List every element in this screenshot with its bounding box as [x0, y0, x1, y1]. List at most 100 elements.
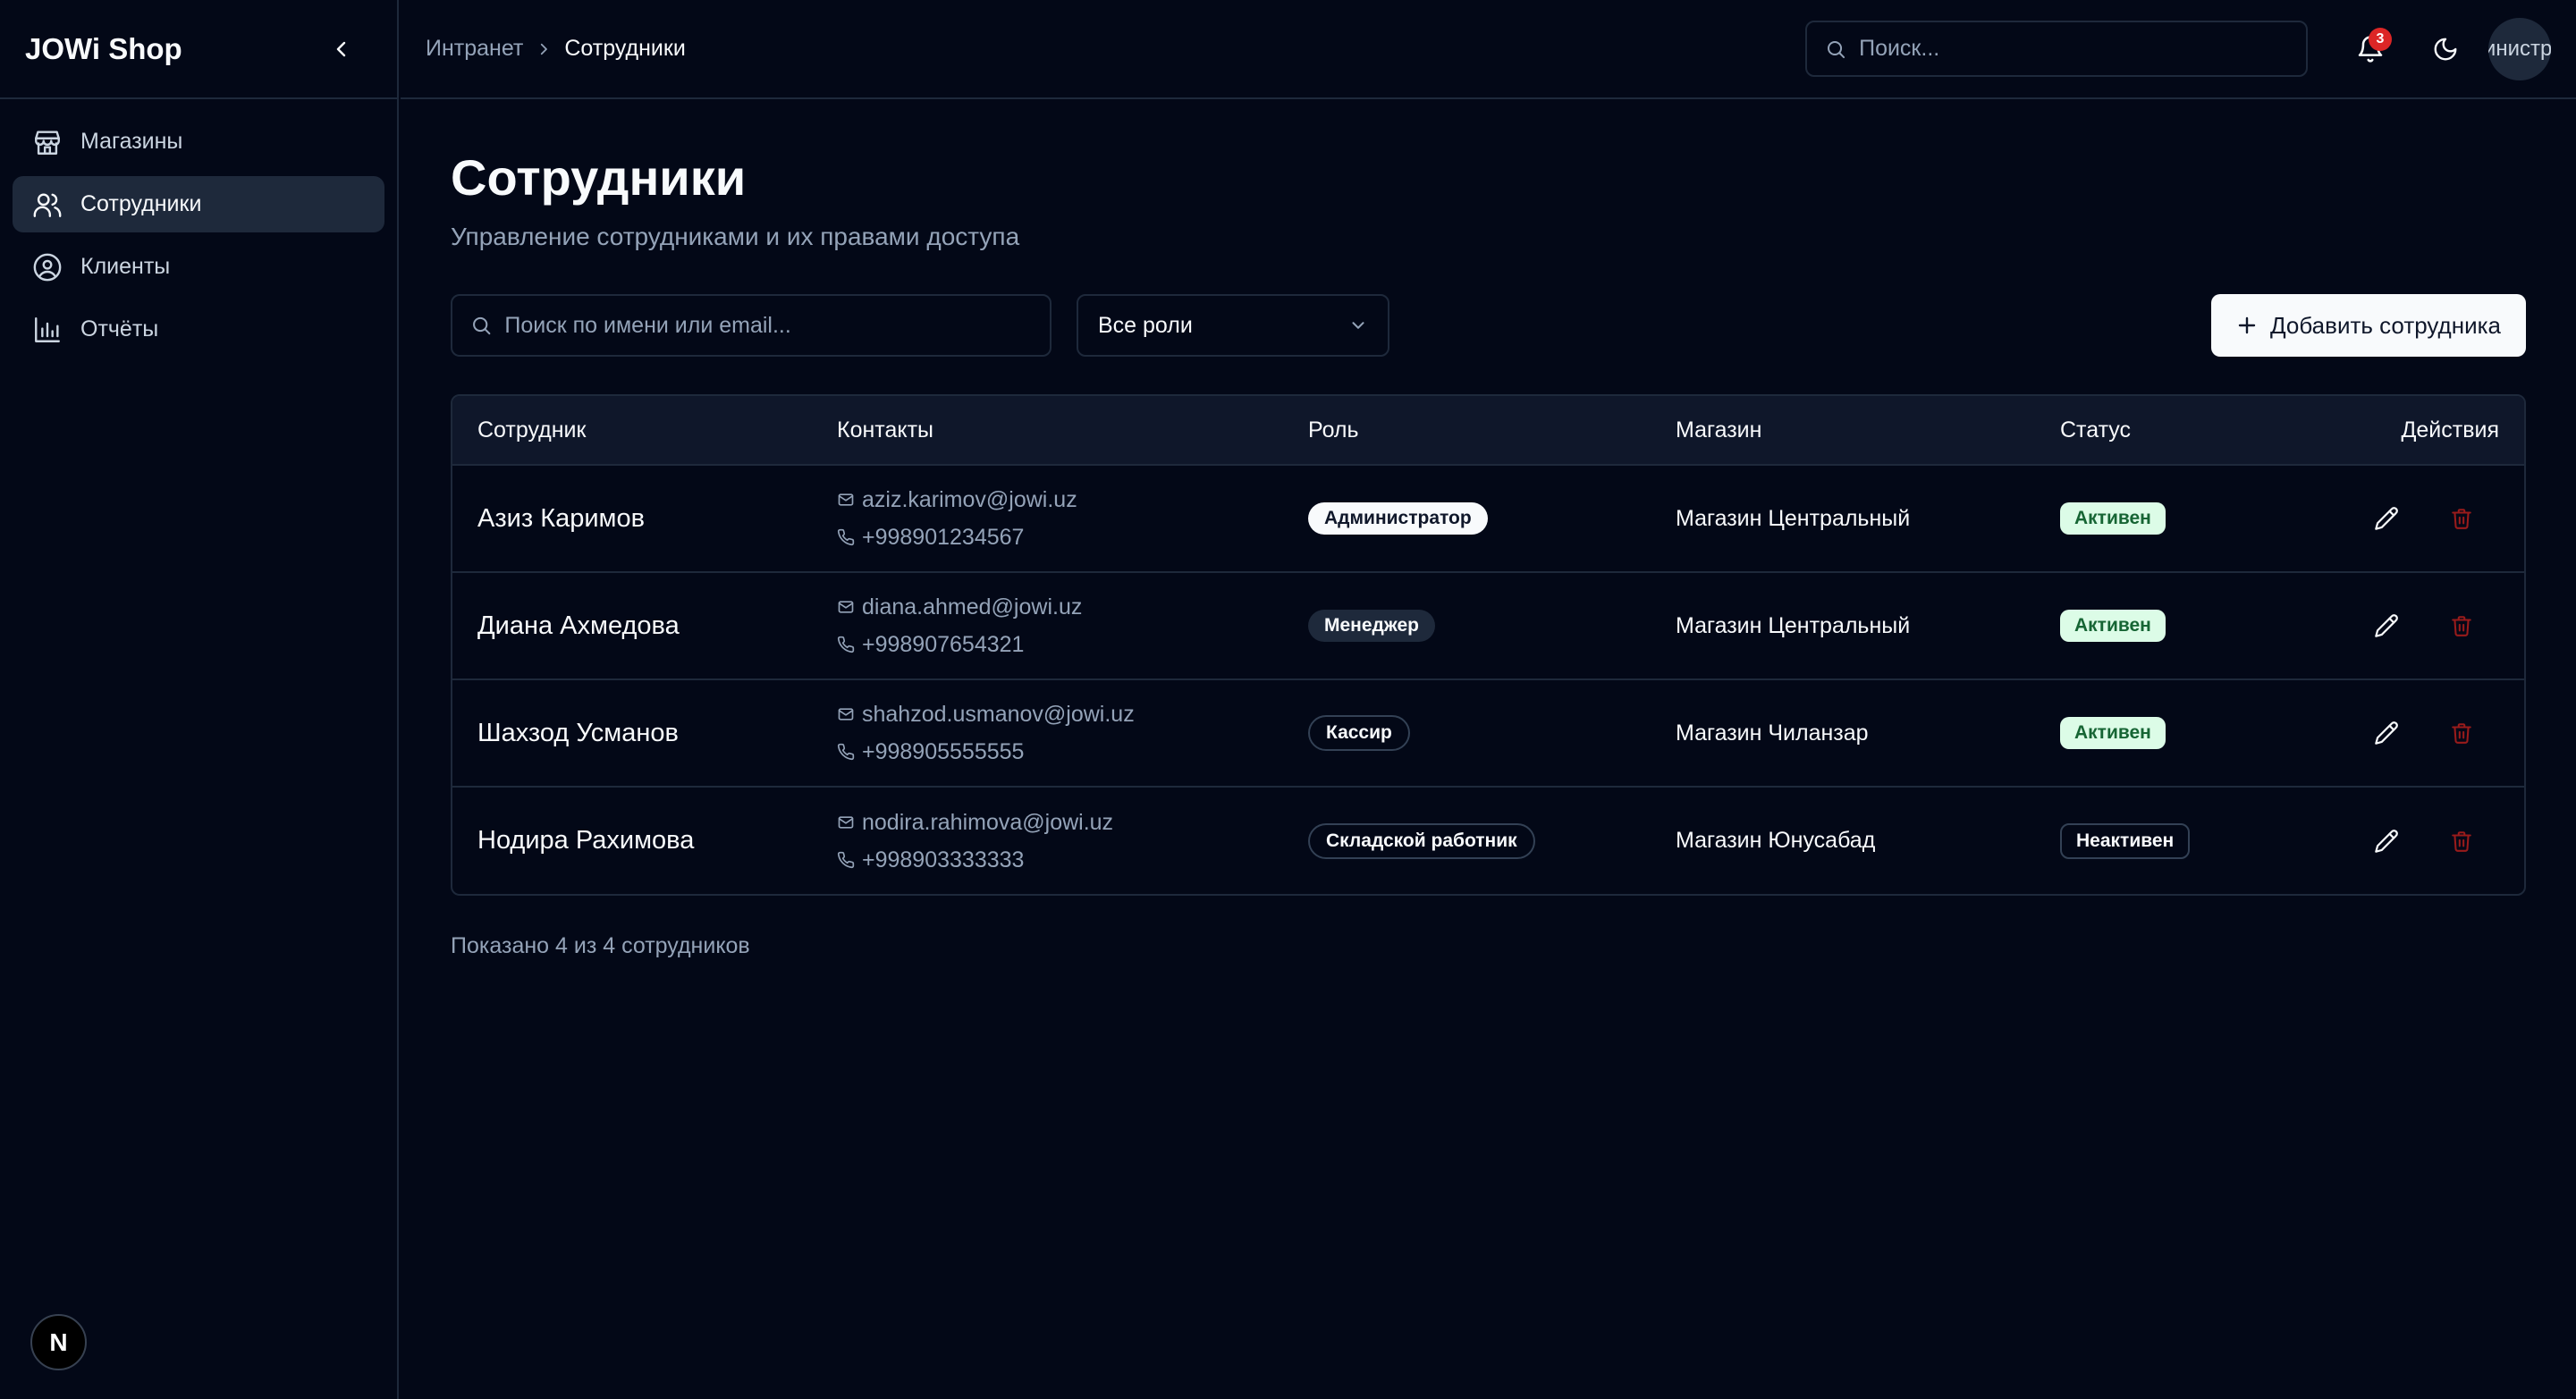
toolbar: Все роли Добавить сотрудника	[451, 294, 2526, 357]
mail-icon	[838, 493, 854, 506]
bar-chart-icon	[35, 316, 60, 342]
edit-button[interactable]	[2369, 823, 2404, 859]
delete-button[interactable]	[2444, 501, 2479, 536]
delete-button[interactable]	[2444, 608, 2479, 644]
sidebar: JOWi Shop Магазины Сотрудники Клиенты От…	[0, 0, 399, 1399]
email-text: aziz.karimov@jowi.uz	[862, 487, 1077, 512]
email-text: shahzod.usmanov@jowi.uz	[862, 702, 1135, 727]
theme-toggle-button[interactable]	[2420, 24, 2470, 74]
employee-name: Нодира Рахимова	[477, 826, 695, 855]
sidebar-item-label: Отчёты	[80, 316, 159, 341]
status-badge: Активен	[2060, 610, 2166, 642]
sidebar-item-reports[interactable]: Отчёты	[13, 301, 384, 358]
phone-icon	[837, 743, 855, 761]
mail-icon	[838, 601, 854, 613]
collapse-sidebar-button[interactable]	[324, 31, 359, 67]
nextjs-dev-badge[interactable]: N	[30, 1314, 87, 1370]
store-icon	[35, 130, 60, 155]
table-row: Нодира Рахимова nodira.rahimova@jowi.uz …	[452, 787, 2524, 894]
sidebar-header: JOWi Shop	[0, 0, 397, 99]
row-actions	[2355, 823, 2499, 859]
role-badge: Складской работник	[1308, 822, 1535, 859]
sidebar-item-clients[interactable]: Клиенты	[13, 239, 384, 295]
user-circle-icon	[33, 253, 62, 281]
store-name: Магазин Центральный	[1676, 505, 1911, 531]
global-search[interactable]	[1805, 21, 2308, 77]
page-subtitle: Управление сотрудниками и их правами дос…	[451, 223, 1020, 250]
trash-icon	[2452, 616, 2471, 636]
pencil-icon	[2375, 829, 2398, 853]
employee-name: Азиз Каримов	[477, 503, 646, 533]
employee-search[interactable]	[451, 294, 1052, 357]
row-actions	[2355, 608, 2499, 644]
role-filter-select[interactable]: Все роли	[1077, 294, 1389, 357]
sidebar-item-employees[interactable]: Сотрудники	[13, 176, 384, 232]
phone-text: +998905555555	[862, 739, 1025, 764]
page-title: Сотрудники	[451, 149, 747, 206]
search-icon	[1828, 40, 1845, 58]
edit-button[interactable]	[2369, 715, 2404, 751]
breadcrumb: Интранет Сотрудники	[426, 36, 686, 62]
column-header-store: Магазин	[1651, 396, 2035, 466]
phone-icon	[837, 636, 855, 653]
trash-icon	[2452, 830, 2471, 852]
users-icon	[33, 192, 62, 217]
contact-email: shahzod.usmanov@jowi.uz	[837, 695, 1258, 733]
chevron-right-icon	[541, 43, 548, 55]
sidebar-item-label: Клиенты	[80, 254, 171, 279]
chevron-down-icon	[1352, 322, 1364, 329]
contact-email: nodira.rahimova@jowi.uz	[837, 804, 1258, 841]
column-header-status: Статус	[2035, 396, 2330, 466]
employee-search-input[interactable]	[504, 312, 1032, 339]
trash-icon	[2452, 509, 2471, 529]
contact-email: diana.ahmed@jowi.uz	[837, 588, 1258, 626]
add-employee-label: Добавить сотрудника	[2270, 311, 2501, 339]
breadcrumb-current: Сотрудники	[564, 36, 686, 61]
contact-phone: +998907654321	[837, 626, 1258, 663]
brand-logo[interactable]: JOWi Shop	[25, 32, 182, 66]
phone-text: +998907654321	[862, 632, 1025, 657]
employees-table: Сотрудник Контакты Роль Магазин Статус Д…	[451, 394, 2526, 896]
row-actions	[2355, 501, 2499, 536]
delete-button[interactable]	[2444, 823, 2479, 859]
results-count: Показано 4 из 4 сотрудников	[451, 933, 750, 958]
contact-phone: +998901234567	[837, 518, 1258, 556]
global-search-input[interactable]	[1859, 36, 2288, 62]
plus-icon	[2238, 316, 2256, 334]
chevron-left-icon	[336, 41, 346, 56]
moon-icon	[2434, 38, 2457, 60]
status-badge: Неактивен	[2060, 822, 2191, 859]
column-header-role: Роль	[1283, 396, 1651, 466]
avatar[interactable]: Администратор	[2488, 17, 2551, 80]
notification-count-badge: 3	[2369, 27, 2392, 51]
search-icon	[473, 316, 491, 335]
role-filter-value: Все роли	[1098, 312, 1193, 338]
column-header-contacts: Контакты	[812, 396, 1283, 466]
delete-button[interactable]	[2444, 715, 2479, 751]
column-header-actions: Действия	[2330, 396, 2524, 466]
breadcrumb-parent[interactable]: Интранет	[426, 36, 523, 62]
add-employee-button[interactable]: Добавить сотрудника	[2211, 294, 2526, 357]
role-badge: Менеджер	[1308, 610, 1435, 642]
phone-icon	[837, 528, 855, 546]
edit-button[interactable]	[2369, 608, 2404, 644]
notifications-button[interactable]: 3	[2345, 24, 2395, 74]
role-badge: Администратор	[1308, 502, 1488, 535]
status-badge: Активен	[2060, 502, 2166, 535]
store-name: Магазин Чиланзар	[1676, 720, 1869, 746]
top-bar: Интранет Сотрудники 3 Администратор	[401, 0, 2576, 99]
table-row: Шахзод Усманов shahzod.usmanov@jowi.uz +…	[452, 679, 2524, 787]
edit-button[interactable]	[2369, 501, 2404, 536]
table-row: Азиз Каримов aziz.karimov@jowi.uz +99890…	[452, 465, 2524, 572]
phone-text: +998903333333	[862, 847, 1025, 872]
sidebar-item-stores[interactable]: Магазины	[13, 114, 384, 170]
sidebar-item-label: Магазины	[80, 129, 183, 154]
contact-phone: +998903333333	[837, 841, 1258, 879]
row-actions	[2355, 715, 2499, 751]
store-name: Магазин Центральный	[1676, 612, 1911, 638]
avatar-text: Администратор	[2488, 36, 2551, 61]
pencil-icon	[2375, 507, 2398, 530]
pencil-icon	[2375, 614, 2398, 637]
main-content: Сотрудники Управление сотрудниками и их …	[451, 99, 2526, 959]
contact-email: aziz.karimov@jowi.uz	[837, 481, 1258, 518]
